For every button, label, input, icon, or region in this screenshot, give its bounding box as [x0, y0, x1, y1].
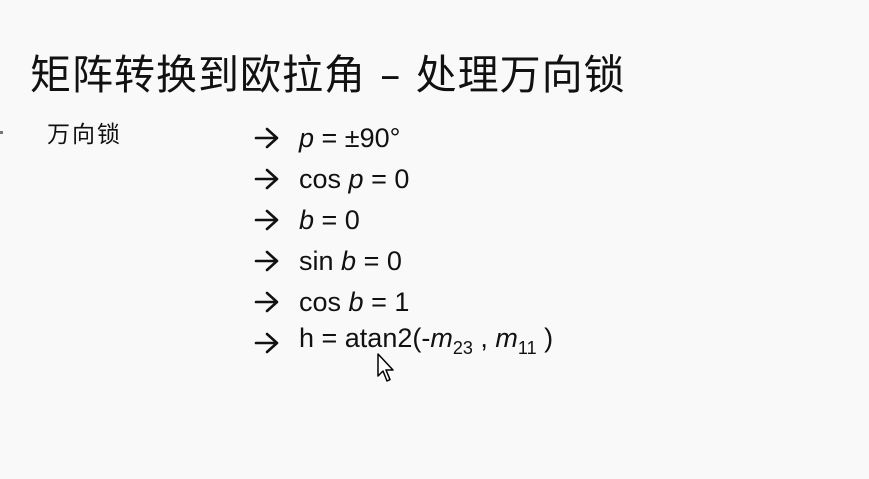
- right-arrow-icon: [254, 127, 280, 149]
- math-text: cos: [299, 163, 349, 194]
- edge-mark: [0, 131, 3, 134]
- math-text: ,: [472, 322, 496, 353]
- math-text: h = atan2(-: [299, 322, 431, 353]
- line-sin-b-equals-0: sin b = 0: [254, 240, 553, 281]
- line-p-equals-90: p = ±90°: [254, 117, 553, 158]
- math-text: = 0: [356, 245, 402, 276]
- formula-text: sin b = 0: [299, 241, 402, 281]
- math-subscript: 23: [452, 337, 473, 358]
- formula-text: p = ±90°: [299, 118, 400, 158]
- mouse-cursor-icon: [376, 352, 396, 384]
- math-subscript: 11: [517, 337, 537, 358]
- math-variable: b: [341, 245, 357, 276]
- math-variable: b: [299, 204, 315, 235]
- topic-label: 万向锁: [47, 122, 122, 148]
- math-text: cos: [299, 286, 349, 317]
- math-text: sin: [299, 245, 342, 276]
- math-text: ): [536, 322, 554, 353]
- formula-text: h = atan2(-m23 , m11 ): [299, 318, 553, 368]
- line-cos-p-equals-0: cos p = 0: [254, 158, 553, 199]
- math-variable: m: [430, 322, 453, 353]
- deduction-list: p = ±90° cos p = 0b = 0 sin b = 0 cos b = 1…: [254, 117, 553, 363]
- line-b-equals-0: b = 0: [254, 199, 553, 240]
- math-text: = 0: [363, 163, 410, 194]
- formula-text: cos b = 1: [299, 282, 409, 322]
- formula-text: b = 0: [299, 200, 360, 240]
- math-text: = ±90°: [314, 122, 401, 153]
- formula-text: cos p = 0: [299, 159, 409, 199]
- math-variable: m: [495, 322, 518, 353]
- math-text: = 0: [314, 204, 360, 235]
- math-variable: b: [348, 286, 364, 317]
- right-arrow-icon: [254, 291, 280, 313]
- math-variable: p: [299, 122, 315, 153]
- math-variable: p: [348, 163, 364, 194]
- line-h-equals-atan2: h = atan2(-m23 , m11 ): [254, 322, 553, 363]
- right-arrow-icon: [254, 209, 280, 231]
- right-arrow-icon: [254, 168, 280, 190]
- math-text: = 1: [363, 286, 410, 317]
- right-arrow-icon: [254, 332, 280, 354]
- line-cos-b-equals-1: cos b = 1: [254, 281, 553, 322]
- slide-title: 矩阵转换到欧拉角 – 处理万向锁: [30, 51, 626, 100]
- right-arrow-icon: [254, 250, 280, 272]
